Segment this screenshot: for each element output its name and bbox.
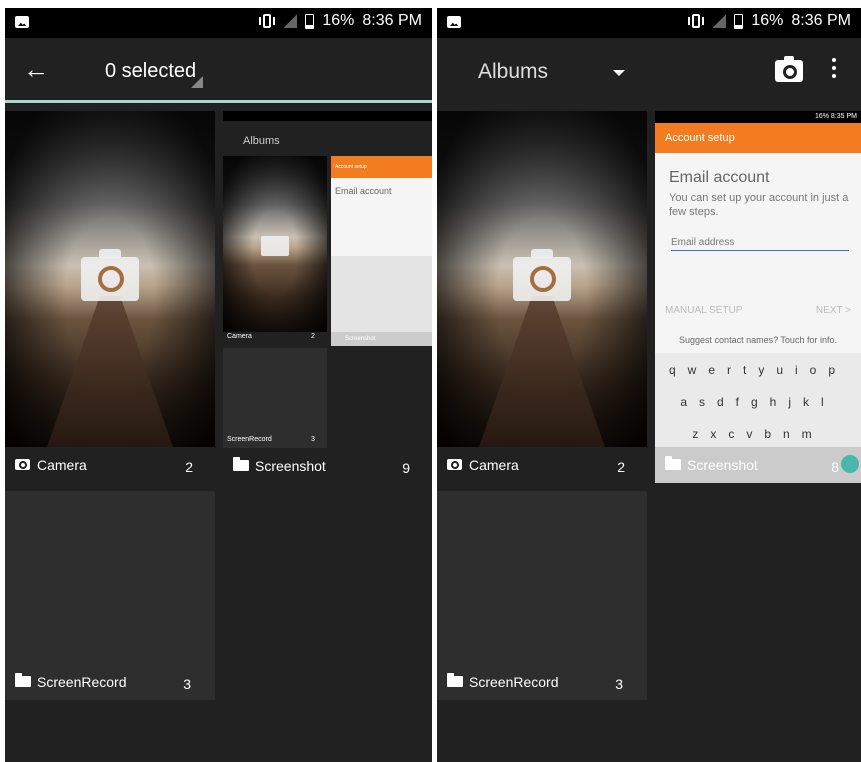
album-count: 8 [831,459,839,475]
album-name: Screenshot [255,458,326,474]
camera-placeholder-icon [513,249,571,301]
albums-app-bar: Albums [437,38,861,100]
album-tile-screenrecord[interactable]: ScreenRecord 3 [437,491,647,700]
album-name: ScreenRecord [469,674,559,690]
preview-suggest: Suggest contact names? Touch for info. [679,335,837,345]
folder-icon [233,457,249,471]
album-name: Screenshot [687,457,758,473]
album-name: Camera [37,457,87,473]
overflow-menu-icon[interactable] [832,58,836,82]
folder-icon [665,456,681,470]
status-bar: 16% 8:36 PM [5,8,432,38]
folder-icon [15,673,31,687]
battery-percent: 16% [322,12,355,29]
kb-row: asdfghjkl [680,395,836,409]
mini-camera-count: 2 [311,333,315,340]
vibrate-icon [688,13,705,29]
dropdown-arrow-icon[interactable] [613,70,625,76]
album-tile-camera[interactable]: Camera 2 [437,111,647,483]
back-arrow-icon[interactable]: ← [23,54,49,85]
image-notification-icon [447,16,461,28]
album-label: Screenshot 9 [223,448,432,484]
albums-title[interactable]: Albums [478,60,548,84]
camera-icon [447,459,462,470]
battery-percent: 16% [751,12,784,29]
mini-ss-title: Email account [335,186,392,196]
album-label: ScreenRecord 3 [437,664,647,700]
image-notification-icon [15,16,29,28]
selection-dropdown-icon[interactable] [191,76,203,88]
mini-camera-label: Camera [227,333,252,340]
camera-album-thumbnail [5,111,215,447]
album-label: Screenshot 8 [655,447,861,483]
album-tile-camera[interactable]: Camera 2 [5,111,215,483]
album-tile-screenshot[interactable]: 16% 8:35 PM Account setup Email account … [655,111,861,483]
album-count: 2 [185,459,193,475]
battery-icon [734,13,744,29]
kb-row: zxcvbnm [692,427,824,441]
preview-title: Email account [669,169,770,186]
screenshot-album-thumbnail: Albums Camera 2 ScreenRecord 3 Account s… [223,111,432,448]
preview-manual: MANUAL SETUP [665,305,743,316]
folder-icon [447,673,463,687]
clock: 8:36 PM [791,12,851,29]
camera-album-thumbnail [437,111,647,447]
album-count: 3 [183,676,191,692]
check-icon [841,455,859,473]
preview-status: 16% 8:35 PM [655,111,861,123]
album-tile-screenrecord[interactable]: ScreenRecord 3 [5,491,215,700]
clock: 8:36 PM [362,12,422,29]
preview-next: NEXT > [815,305,851,316]
preview-field: Email address [671,237,849,251]
album-count: 9 [402,460,410,476]
mini-record-count: 3 [311,436,315,443]
no-signal-icon [283,14,298,28]
camera-placeholder-icon [81,249,139,301]
album-label: ScreenRecord 3 [5,664,215,700]
album-name: ScreenRecord [37,674,127,690]
left-screen: 16% 8:36 PM ← 0 selected Camera 2 Albums… [5,8,432,762]
right-screen: 16% 8:36 PM Albums Camera 2 16% 8:35 PM … [437,8,861,762]
screenshot-preview: Email account You can set up your accoun… [655,153,861,447]
mini-albums-title: Albums [243,135,280,147]
battery-icon [305,13,315,29]
mini-ss-header: Account setup [331,156,432,178]
album-count: 3 [615,676,623,692]
selection-action-bar: ← 0 selected [5,38,432,103]
album-tile-screenshot[interactable]: Screenshot 9 [223,448,432,484]
preview-header: Account setup [655,123,861,153]
status-bar: 16% 8:36 PM [437,8,861,38]
preview-subtitle: You can set up your account in just a fe… [669,192,849,218]
preview-keyboard: qwertyuiop asdfghjkl zxcvbnm [655,353,861,447]
mini-record-label: ScreenRecord [227,436,272,443]
mini-ss-label: Screenshot [331,332,432,346]
vibrate-icon [259,13,276,29]
no-signal-icon [712,14,727,28]
kb-row: qwertyuiop [668,363,848,377]
selection-count[interactable]: 0 selected [105,60,196,83]
album-label: Camera 2 [437,447,647,483]
album-label: Camera 2 [5,447,215,483]
album-count: 2 [617,459,625,475]
camera-icon [15,459,30,470]
album-name: Camera [469,457,519,473]
camera-icon[interactable] [775,56,803,82]
